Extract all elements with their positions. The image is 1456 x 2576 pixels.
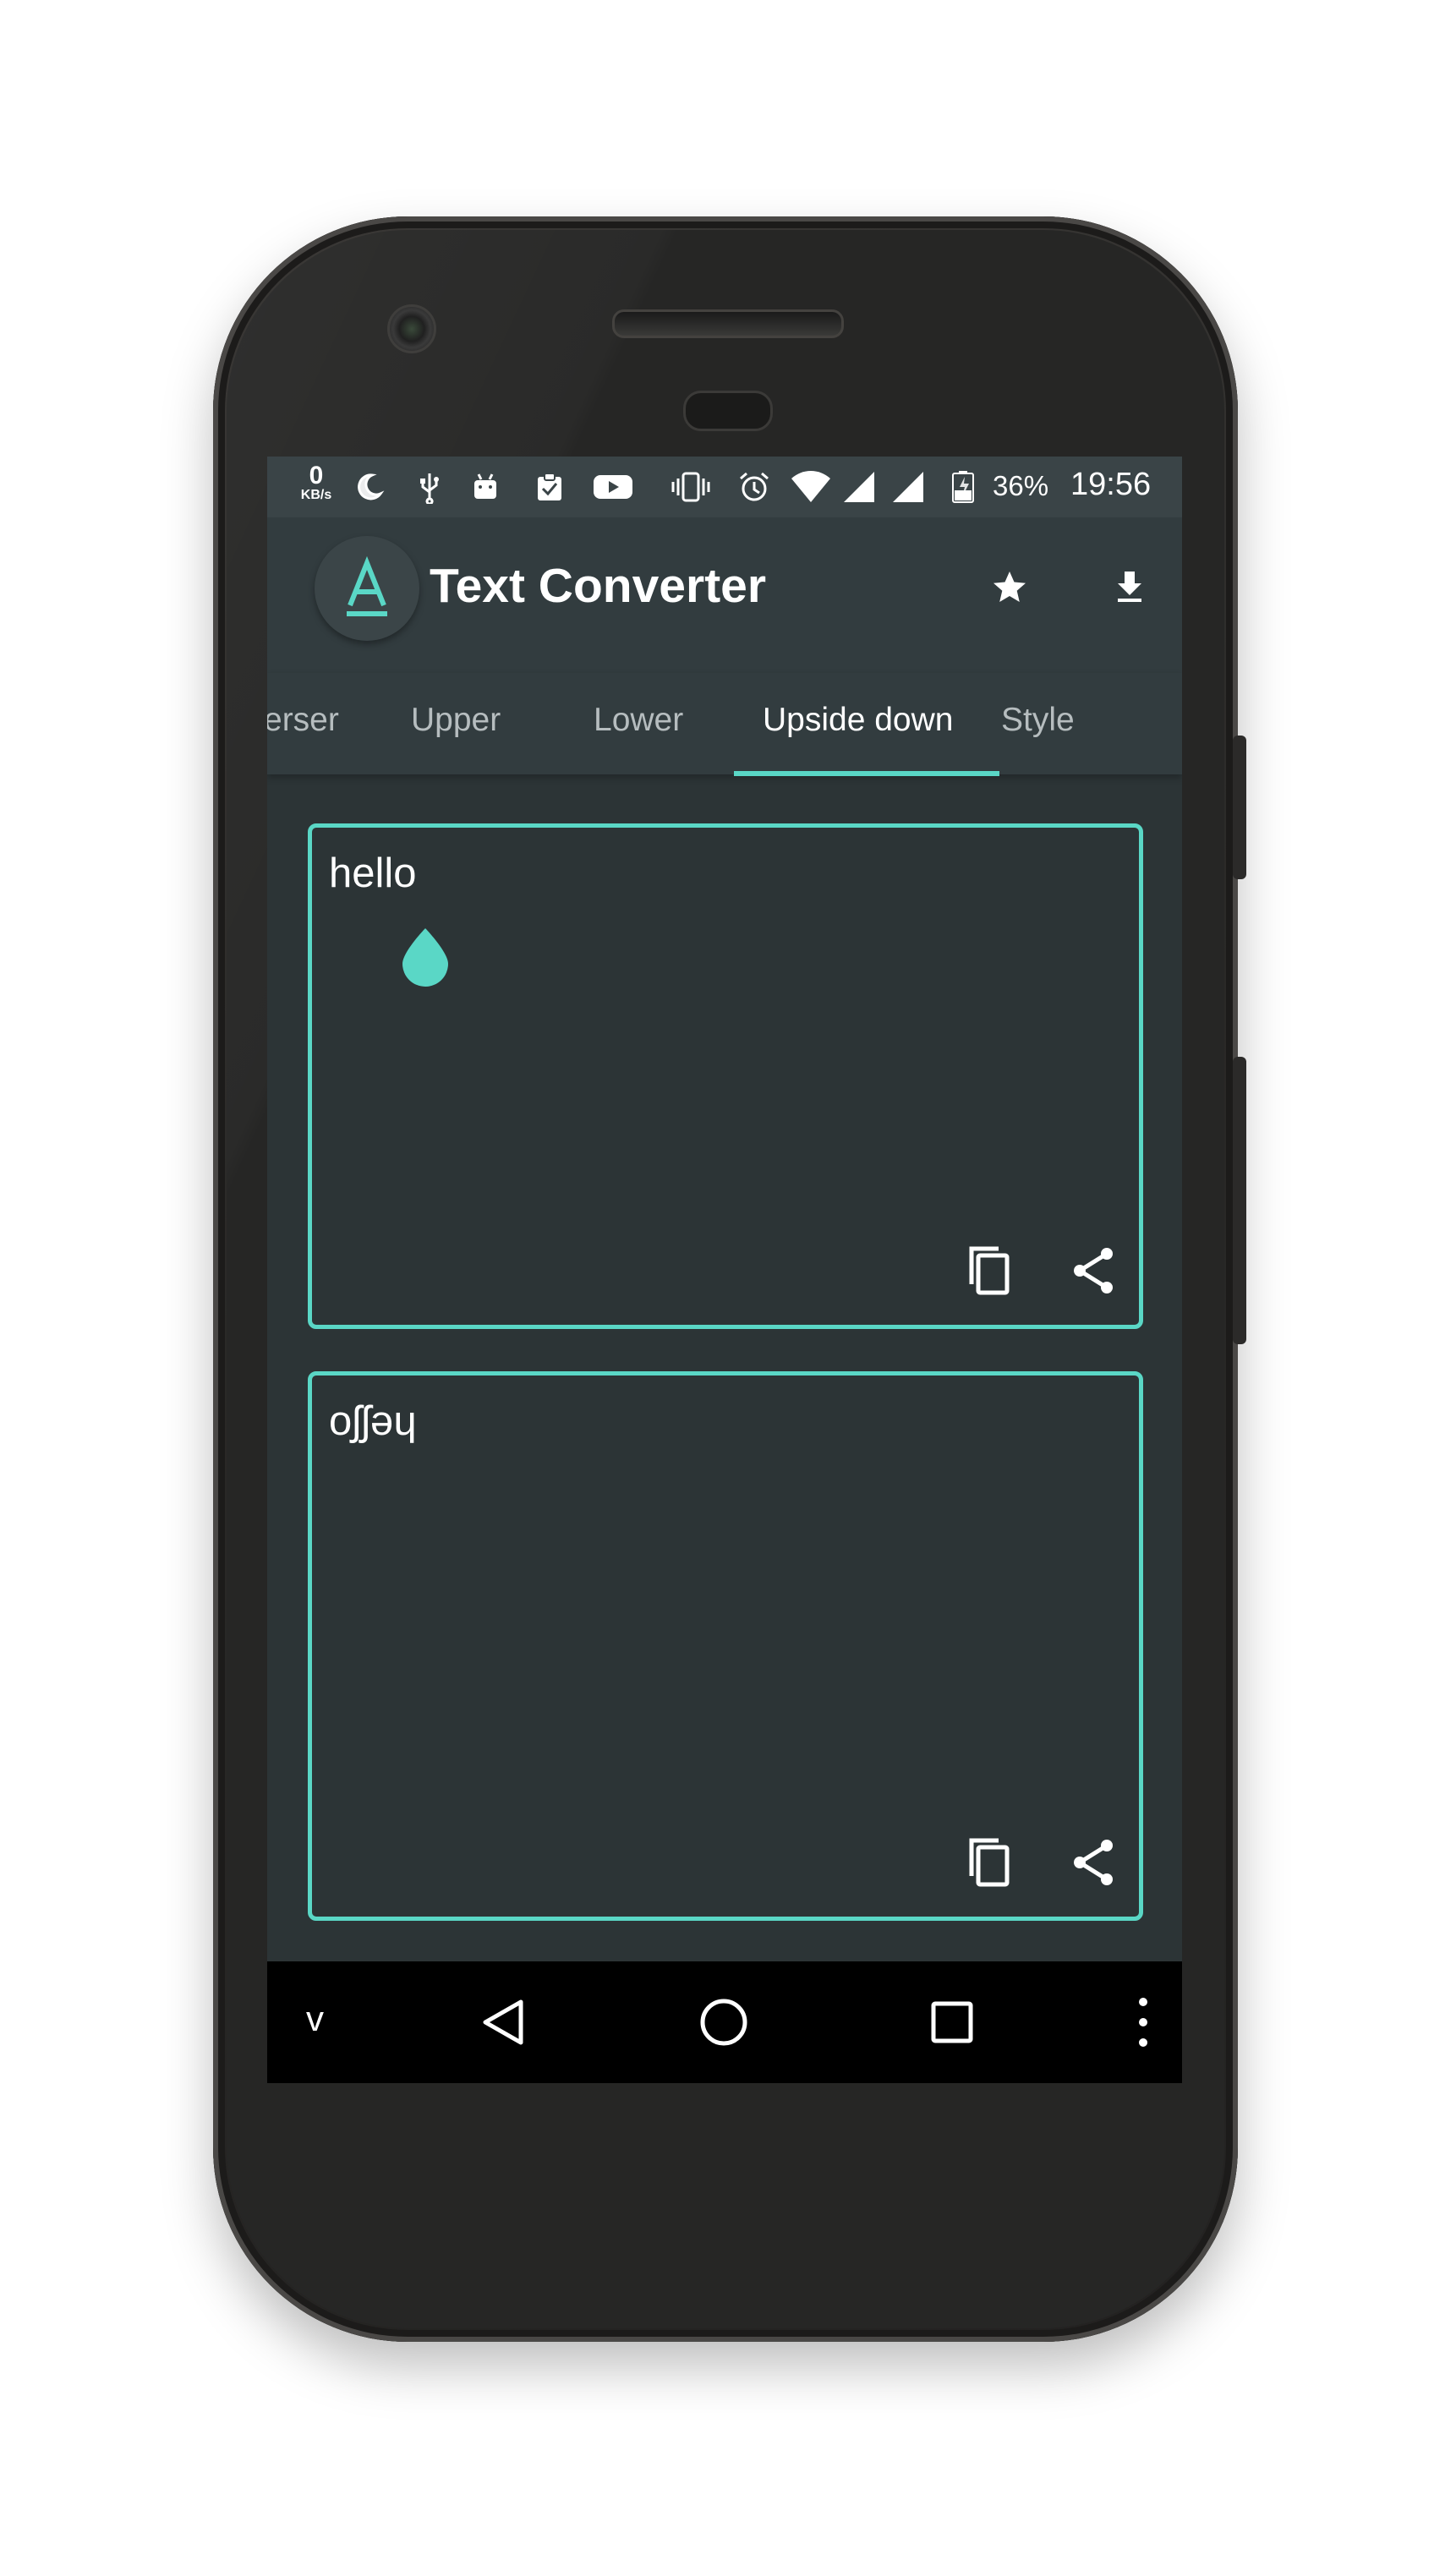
share-icon[interactable] [1063,1240,1124,1301]
youtube-icon [594,475,632,499]
proximity-sensor [683,391,773,431]
app-logo [315,536,419,641]
network-speed-unit: KB/s [300,488,332,502]
signal-icon-2 [893,472,923,502]
alarm-icon [740,472,769,501]
battery-percent: 36% [993,470,1049,501]
share-icon[interactable] [1063,1832,1124,1893]
letter-a-logo-icon [347,555,387,616]
home-icon[interactable] [693,1992,754,2053]
star-icon[interactable] [984,561,1035,612]
power-button [1233,736,1246,879]
earpiece-speaker [612,309,844,338]
input-text[interactable]: hello [329,850,417,897]
tab-upper[interactable]: Upper [411,702,501,739]
tab-bar: erser Upper Lower Upside down Style [267,673,1182,774]
input-card[interactable]: hello [308,823,1143,1329]
screen: 0 KB/s 36% 19:56 Text Converter erser Up… [267,457,1182,2083]
vibrate-icon [671,472,710,502]
copy-icon[interactable] [960,1240,1021,1301]
clock: 19:56 [1070,467,1152,502]
status-bar: 0 KB/s 36% 19:56 [267,457,1182,517]
tab-lower[interactable]: Lower [594,702,683,739]
tab-style[interactable]: Style [1001,702,1075,739]
tab-upside-down[interactable]: Upside down [763,702,953,739]
navigation-bar: v [267,1961,1182,2083]
text-cursor-handle[interactable] [399,927,452,987]
volume-button [1233,1057,1246,1344]
battery-icon [952,471,974,503]
output-card: oʃʃǝɥ [308,1371,1143,1921]
output-text: oʃʃǝɥ [329,1398,417,1444]
wifi-icon [791,471,830,502]
front-camera [387,304,436,353]
android-icon [474,473,496,499]
copy-icon[interactable] [960,1832,1021,1893]
clipboard-icon [538,473,561,500]
app-title: Text Converter [430,559,767,613]
back-icon[interactable] [473,1992,534,2053]
more-vert-icon[interactable] [1126,1992,1160,2053]
recents-icon[interactable] [922,1992,983,2053]
network-speed-value: 0 [309,462,324,489]
network-speed: 0 KB/s [291,463,342,502]
download-icon[interactable] [1104,561,1155,612]
app-bar: Text Converter [267,517,1182,673]
chevron-down-icon[interactable]: v [306,1999,324,2039]
signal-icon [844,472,874,502]
tab-reverser[interactable]: erser [267,702,339,739]
moon-icon [358,473,385,500]
active-tab-indicator [734,771,999,776]
usb-icon [420,473,439,504]
